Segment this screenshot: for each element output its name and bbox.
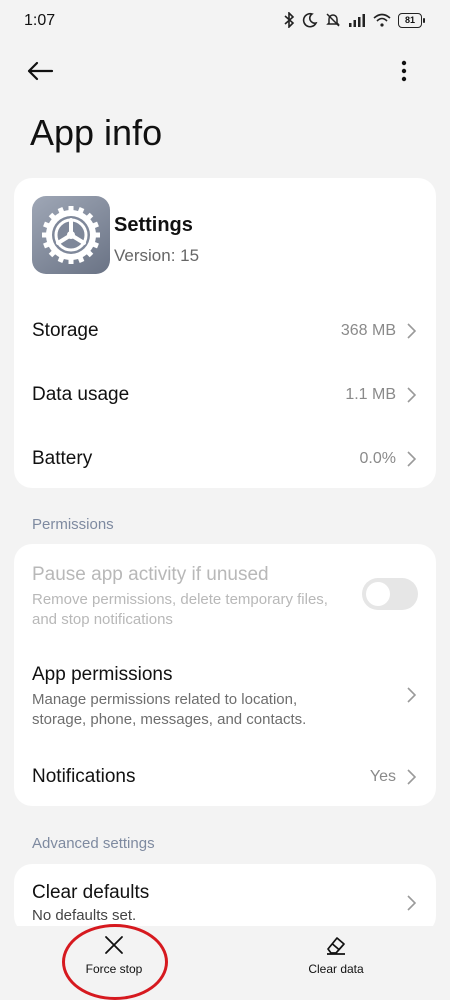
chevron-right-icon — [407, 323, 416, 339]
bluetooth-icon — [284, 12, 295, 28]
status-icons: 81 — [283, 12, 425, 28]
battery-label: Battery — [32, 448, 93, 469]
chevron-right-icon — [407, 895, 416, 911]
app-permissions-row[interactable]: App permissions Manage permissions relat… — [14, 662, 436, 732]
data-usage-row[interactable]: Data usage 1.1 MB — [14, 370, 436, 418]
notifications-label: Notifications — [32, 766, 136, 787]
app-permissions-subtitle-2: storage, phone, messages, and contacts. — [32, 711, 307, 728]
clear-data-button[interactable]: Clear data — [276, 934, 396, 976]
signal-icon — [349, 14, 365, 27]
battery-value: 0.0% — [359, 450, 396, 467]
eraser-icon — [327, 937, 345, 955]
silent-bell-icon — [326, 13, 340, 27]
clear-defaults-row[interactable]: Clear defaults No defaults set. — [14, 878, 436, 928]
clear-data-label: Clear data — [308, 962, 364, 976]
chevron-right-icon — [407, 451, 416, 467]
data-usage-label: Data usage — [32, 384, 130, 405]
highlight-circle-annotation — [62, 924, 168, 1000]
pause-app-activity-title: Pause app activity if unused — [32, 564, 269, 585]
permissions-section-title: Permissions — [32, 516, 114, 533]
back-button[interactable] — [26, 56, 66, 86]
chevron-right-icon — [407, 387, 416, 403]
app-permissions-title: App permissions — [32, 664, 173, 685]
clear-defaults-subtitle: No defaults set. — [32, 907, 137, 924]
do-not-disturb-moon-icon — [302, 12, 318, 28]
pause-app-activity-subtitle-2: and stop notifications — [32, 611, 173, 628]
notifications-row[interactable]: Notifications Yes — [14, 752, 436, 800]
chevron-right-icon — [407, 687, 416, 703]
back-arrow-icon — [27, 61, 54, 81]
gear-icon — [42, 206, 100, 264]
battery-row[interactable]: Battery 0.0% — [14, 434, 436, 482]
chevron-right-icon — [407, 769, 416, 785]
status-time: 1:07 — [24, 12, 56, 29]
page-title: App info — [30, 112, 163, 153]
app-name: Settings — [114, 214, 193, 236]
data-usage-value: 1.1 MB — [345, 386, 396, 403]
wifi-icon — [373, 13, 391, 27]
app-permissions-subtitle-1: Manage permissions related to location, — [32, 691, 298, 708]
storage-value: 368 MB — [340, 322, 396, 339]
status-bar: 1:07 81 — [0, 0, 450, 44]
battery-indicator: 81 — [398, 12, 425, 28]
storage-label: Storage — [32, 320, 99, 341]
pause-app-activity-toggle[interactable] — [362, 578, 418, 610]
more-vertical-icon — [401, 60, 407, 82]
app-version: Version: 15 — [114, 246, 200, 265]
toggle-knob — [366, 582, 390, 606]
pause-app-activity-subtitle-1: Remove permissions, delete temporary fil… — [32, 591, 328, 608]
advanced-settings-section-title: Advanced settings — [32, 835, 155, 852]
more-options-button[interactable] — [392, 56, 416, 86]
clear-defaults-title: Clear defaults — [32, 882, 150, 903]
storage-row[interactable]: Storage 368 MB — [14, 306, 436, 354]
settings-app-icon — [32, 196, 110, 274]
notifications-value: Yes — [369, 768, 396, 785]
